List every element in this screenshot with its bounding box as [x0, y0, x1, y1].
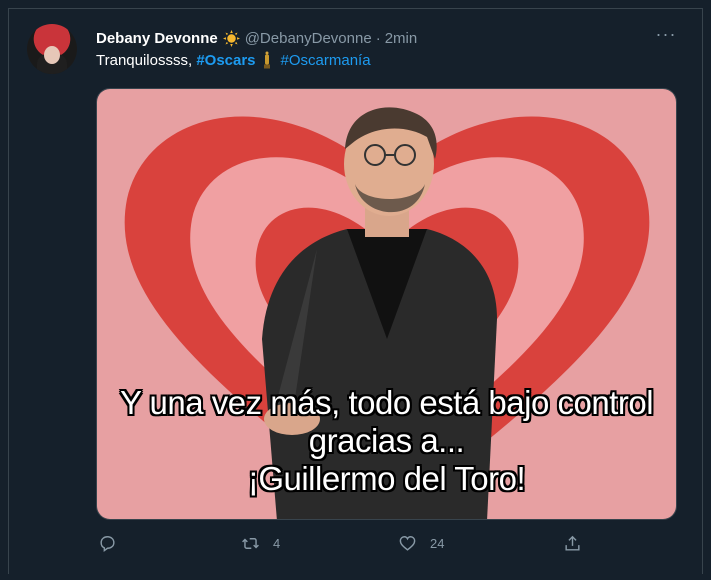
tweet-text: Tranquilossss, #Oscars #Oscarmanía	[96, 51, 371, 69]
sun-emoji-icon	[222, 29, 240, 47]
caption-line-3: ¡Guillermo del Toro!	[247, 460, 526, 497]
tweet-actions: 4 24	[96, 534, 596, 562]
share-button[interactable]	[563, 534, 582, 553]
tweet-media-image[interactable]: Y una vez más, todo está bajo control gr…	[96, 88, 677, 520]
reply-bubble-icon	[100, 536, 115, 553]
heart-icon	[399, 536, 416, 551]
retweet-count: 4	[273, 536, 281, 551]
oscar-statuette-icon	[263, 51, 270, 69]
tweet-header: Debany Devonne @DebanyDevonne · 2min	[96, 28, 417, 48]
retweet-button[interactable]: 4	[241, 534, 280, 553]
avatar-face	[44, 46, 60, 64]
hashtag-oscars[interactable]: #Oscars	[196, 52, 255, 69]
share-icon	[565, 535, 580, 551]
tweet-text-plain: Tranquilossss,	[96, 51, 197, 69]
caption-line-2: gracias a...	[308, 422, 465, 459]
retweet-icon	[242, 538, 259, 549]
like-button[interactable]: 24	[398, 534, 444, 553]
like-count: 24	[430, 536, 445, 551]
timestamp[interactable]: 2min	[385, 30, 418, 47]
separator-dot: ·	[375, 29, 381, 47]
avatar[interactable]	[27, 24, 77, 74]
caption-line-1: Y una vez más, todo está bajo control	[119, 384, 654, 421]
more-dots-icon[interactable]: ···	[652, 25, 680, 47]
handle[interactable]: @DebanyDevonne	[245, 30, 372, 47]
display-name[interactable]: Debany Devonne	[96, 30, 218, 47]
hashtag-oscarmania[interactable]: #Oscarmanía	[281, 52, 371, 69]
reply-button[interactable]	[98, 534, 117, 553]
